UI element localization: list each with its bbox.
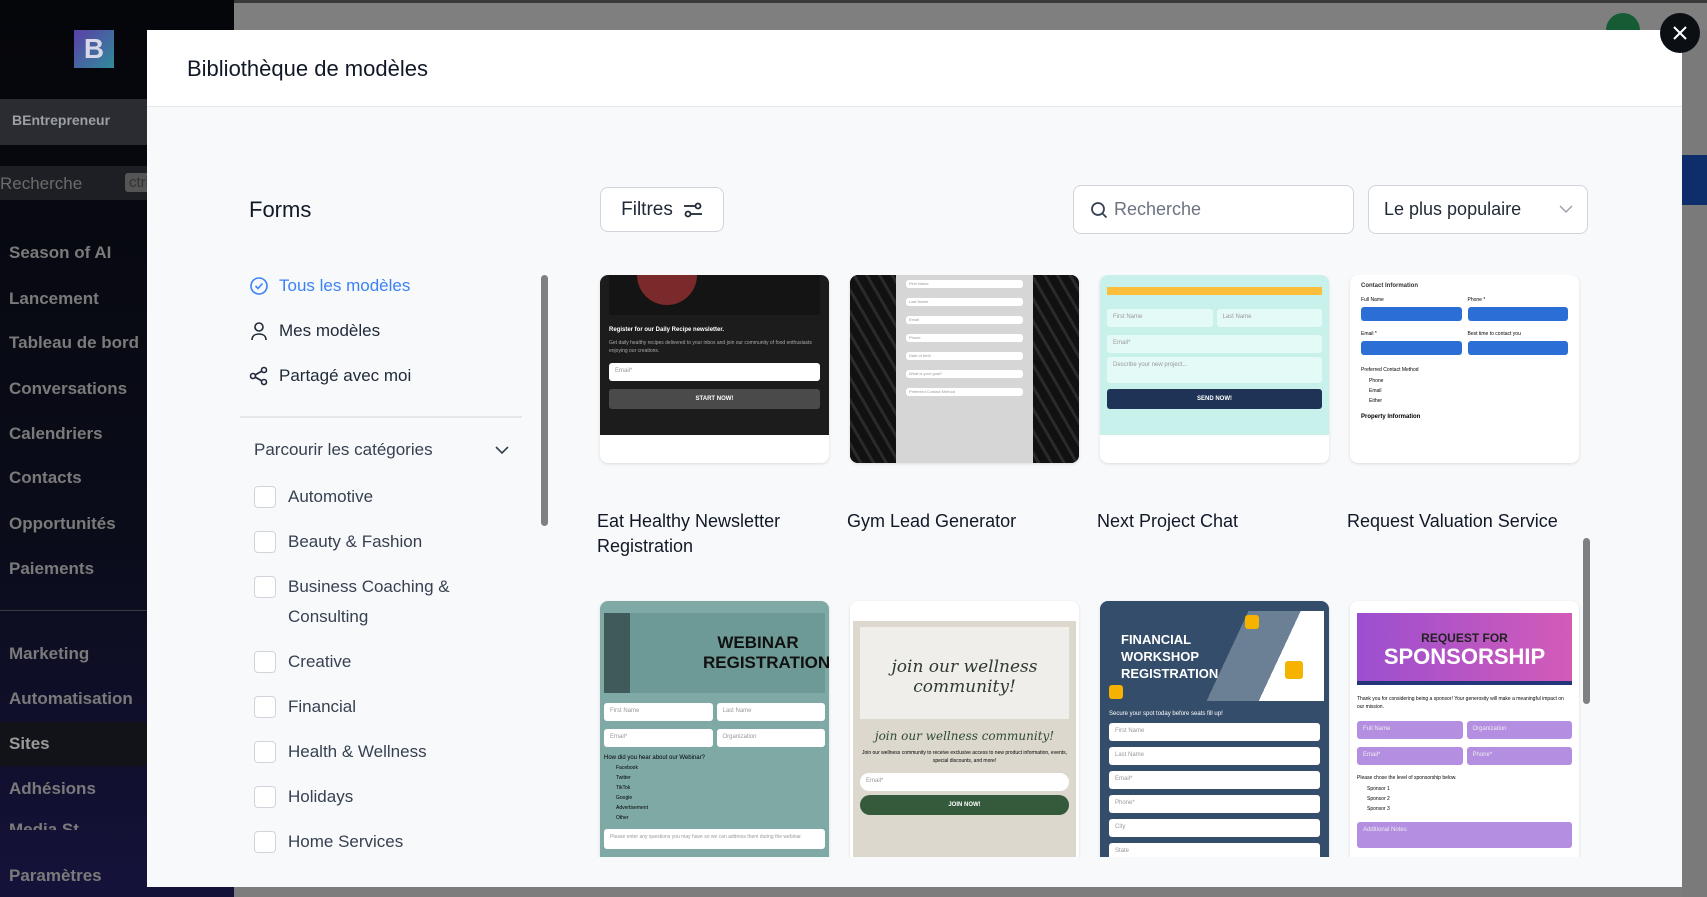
section-title: Forms: [249, 197, 312, 222]
user-icon: [251, 322, 267, 341]
sidebar-item[interactable]: Opportunités: [9, 514, 116, 534]
logo: B: [74, 30, 114, 68]
menu-all-templates[interactable]: Tous les modèles: [249, 276, 410, 296]
sidebar-item[interactable]: Tableau de bord: [9, 333, 139, 353]
checkbox[interactable]: [254, 741, 276, 763]
checkbox[interactable]: [254, 831, 276, 853]
modal-header: Bibliothèque de modèles: [147, 30, 1682, 107]
menu-shared-with-me[interactable]: Partagé avec moi: [249, 366, 411, 386]
template-card[interactable]: REQUEST FOR SPONSORSHIP Thank you for co…: [1350, 601, 1579, 857]
template-card[interactable]: First Name Last Name Email* Describe your…: [1100, 275, 1329, 463]
template-search-input[interactable]: Recherche: [1073, 185, 1354, 234]
share-icon: [249, 366, 268, 386]
sliders-icon: [683, 202, 702, 217]
category-beauty-fashion[interactable]: Beauty & Fashion: [254, 527, 422, 557]
template-card[interactable]: First Name Last Name Email Phone Date of…: [850, 275, 1079, 463]
checkbox[interactable]: [254, 486, 276, 508]
template-card[interactable]: WEBINAR REGISTRATION First Name Last Name…: [600, 601, 829, 857]
modal-title: Bibliothèque de modèles: [187, 56, 428, 81]
sidebar-item[interactable]: Media St: [9, 820, 79, 830]
categories-toggle[interactable]: Parcourir les catégories: [254, 440, 509, 460]
checkbox[interactable]: [254, 651, 276, 673]
close-icon: [1673, 26, 1687, 40]
category-home-services[interactable]: Home Services: [254, 827, 403, 857]
category-creative[interactable]: Creative: [254, 647, 351, 677]
category-automotive[interactable]: Automotive: [254, 482, 373, 512]
sidebar-item[interactable]: Contacts: [9, 468, 82, 488]
categories-scrollbar[interactable]: [541, 275, 548, 526]
sort-select[interactable]: Le plus populaire: [1368, 185, 1588, 234]
template-card[interactable]: join our wellness community! join our we…: [850, 601, 1079, 857]
checkbox[interactable]: [254, 786, 276, 808]
chevron-down-icon: [1559, 205, 1573, 214]
grid-scrollbar[interactable]: [1583, 538, 1590, 704]
template-title[interactable]: Gym Lead Generator: [847, 509, 1076, 534]
category-holidays[interactable]: Holidays: [254, 782, 353, 812]
chevron-down-icon: [495, 445, 509, 454]
template-title[interactable]: Request Valuation Service: [1347, 509, 1576, 534]
template-card[interactable]: Contact Information Full Name Phone * Ema…: [1350, 275, 1579, 463]
sidebar-item[interactable]: Adhésions: [9, 779, 96, 799]
checkbox[interactable]: [254, 576, 276, 598]
sidebar-item[interactable]: Calendriers: [9, 424, 103, 444]
template-title[interactable]: Eat Healthy Newsletter Registration: [597, 509, 826, 559]
sidebar-item[interactable]: Conversations: [9, 379, 127, 399]
checkbox[interactable]: [254, 531, 276, 553]
menu-divider: [240, 416, 522, 418]
search-icon: [1091, 201, 1108, 218]
template-card[interactable]: Register for our Daily Recipe newsletter…: [600, 275, 829, 463]
sidebar-item-sites[interactable]: Sites: [9, 734, 50, 754]
category-business-coaching[interactable]: Business Coaching & Consulting: [254, 572, 474, 632]
template-grid: Register for our Daily Recipe newsletter…: [597, 275, 1597, 857]
sidebar-item[interactable]: Automatisation: [9, 689, 133, 709]
template-title[interactable]: Next Project Chat: [1097, 509, 1326, 534]
background-button: [1682, 155, 1707, 205]
template-library-modal: Bibliothèque de modèles Forms Filtres Re…: [147, 30, 1682, 887]
template-card[interactable]: FINANCIAL WORKSHOP REGISTRATION Secure y…: [1100, 601, 1329, 857]
checkbox[interactable]: [254, 696, 276, 718]
sidebar-item[interactable]: Marketing: [9, 644, 89, 664]
check-badge-icon: [250, 277, 268, 295]
category-financial[interactable]: Financial: [254, 692, 356, 722]
category-health-wellness[interactable]: Health & Wellness: [254, 737, 427, 767]
background-page: [1682, 30, 1707, 897]
sidebar-item[interactable]: Season of AI: [9, 243, 111, 263]
menu-my-templates[interactable]: Mes modèles: [249, 321, 380, 341]
app-topbar: [234, 0, 1707, 47]
sidebar-item[interactable]: Paiements: [9, 559, 94, 579]
sidebar-item-settings[interactable]: Paramètres: [9, 866, 102, 886]
filters-button[interactable]: Filtres: [600, 187, 724, 232]
sidebar-item[interactable]: Lancement: [9, 289, 99, 309]
close-button[interactable]: [1660, 13, 1700, 53]
